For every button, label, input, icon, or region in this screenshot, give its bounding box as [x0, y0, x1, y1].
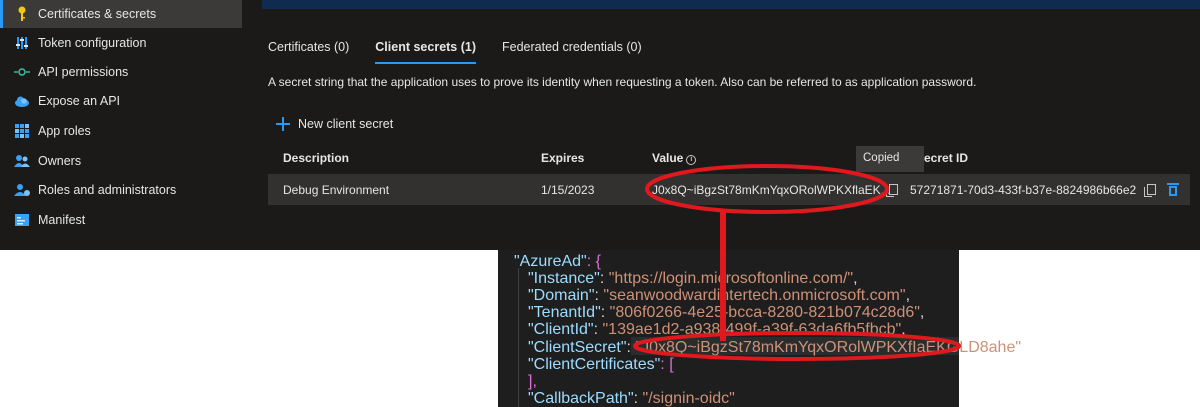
- code-line-tenantid: "TenantId": "806f0266-4e25-bcca-8280-821…: [528, 304, 925, 321]
- grid-icon: [14, 123, 30, 139]
- sidebar-item-roles-administrators[interactable]: Roles and administrators: [0, 176, 242, 204]
- sliders-icon: [14, 35, 30, 51]
- sidebar-item-label: Owners: [38, 154, 82, 168]
- sidebar: Certificates & secrets Token configurati…: [0, 0, 242, 250]
- key-icon: [14, 6, 30, 22]
- sidebar-item-label: Token configuration: [38, 36, 147, 50]
- column-header-expires: Expires: [541, 151, 585, 165]
- sidebar-item-manifest[interactable]: Manifest: [0, 206, 242, 234]
- cloud-icon: [14, 93, 30, 109]
- sidebar-item-app-roles[interactable]: App roles: [0, 117, 242, 145]
- secret-description-cell: Debug Environment: [283, 183, 390, 197]
- sidebar-item-api-permissions[interactable]: API permissions: [0, 58, 242, 86]
- copied-tooltip: Copied: [856, 146, 924, 172]
- secret-expires-cell: 1/15/2023: [541, 183, 595, 197]
- sidebar-item-label: Manifest: [38, 213, 86, 227]
- secrets-tabs: Certificates (0) Client secrets (1) Fede…: [268, 38, 668, 64]
- column-header-secret-id: ecret ID: [924, 151, 969, 165]
- azure-portal-panel: Certificates & secrets Token configurati…: [0, 0, 1200, 250]
- code-line-azuread: "AzureAd": {: [514, 253, 601, 270]
- copy-value-icon[interactable]: [886, 184, 898, 197]
- code-line-clientid: "ClientId": "139ae1d2-a938-499f-a39f-63d…: [528, 321, 906, 338]
- delete-icon[interactable]: [1167, 182, 1179, 196]
- column-header-value-label: Value: [652, 151, 684, 165]
- code-line-clientcertificates: "ClientCertificates": [: [528, 356, 674, 373]
- secret-id-cell[interactable]: 57271871-70d3-433f-b37e-8824986b66e2: [910, 183, 1136, 197]
- column-header-value: Value i: [652, 151, 697, 165]
- header-banner: [262, 0, 1200, 9]
- info-icon[interactable]: i: [686, 155, 697, 165]
- sidebar-item-label: App roles: [38, 124, 91, 138]
- secret-value-cell[interactable]: J0x8Q~iBgzSt78mKmYqxORolWPKXflaEK...: [652, 183, 891, 197]
- sidebar-item-label: Certificates & secrets: [38, 7, 157, 21]
- secrets-description: A secret string that the application use…: [268, 75, 977, 89]
- new-client-secret-label: New client secret: [298, 117, 394, 131]
- tab-certificates[interactable]: Certificates (0): [268, 38, 349, 64]
- sidebar-item-label: Expose an API: [38, 94, 121, 108]
- tab-federated-credentials[interactable]: Federated credentials (0): [502, 38, 642, 64]
- manifest-icon: [14, 212, 30, 228]
- new-client-secret-button[interactable]: New client secret: [276, 117, 393, 131]
- code-line-close-bracket: ],: [528, 373, 537, 390]
- sidebar-item-label: Roles and administrators: [38, 183, 177, 197]
- people-icon: [14, 153, 30, 169]
- sidebar-item-label: API permissions: [38, 65, 129, 79]
- copy-secret-id-icon[interactable]: [1144, 184, 1156, 197]
- sidebar-item-expose-an-api[interactable]: Expose an API: [0, 87, 242, 115]
- sidebar-item-token-configuration[interactable]: Token configuration: [0, 29, 242, 57]
- tab-client-secrets[interactable]: Client secrets (1): [375, 38, 477, 64]
- person-badge-icon: [14, 182, 30, 198]
- code-line-clientsecret: "ClientSecret": "J0x8Q~iBgzSt78mKmYqxORo…: [528, 339, 1022, 356]
- indent-guide: [518, 268, 519, 407]
- sidebar-item-certificates-secrets[interactable]: Certificates & secrets: [0, 0, 242, 28]
- column-header-description: Description: [283, 151, 350, 165]
- plus-icon: [276, 117, 290, 131]
- code-line-instance: "Instance": "https://login.microsoftonli…: [528, 270, 858, 287]
- api-icon: [14, 64, 30, 80]
- sidebar-item-owners[interactable]: Owners: [0, 147, 242, 175]
- code-line-callbackpath: "CallbackPath": "/signin-oidc": [528, 390, 735, 407]
- code-line-domain: "Domain": "seanwoodwardintertech.onmicro…: [528, 287, 911, 304]
